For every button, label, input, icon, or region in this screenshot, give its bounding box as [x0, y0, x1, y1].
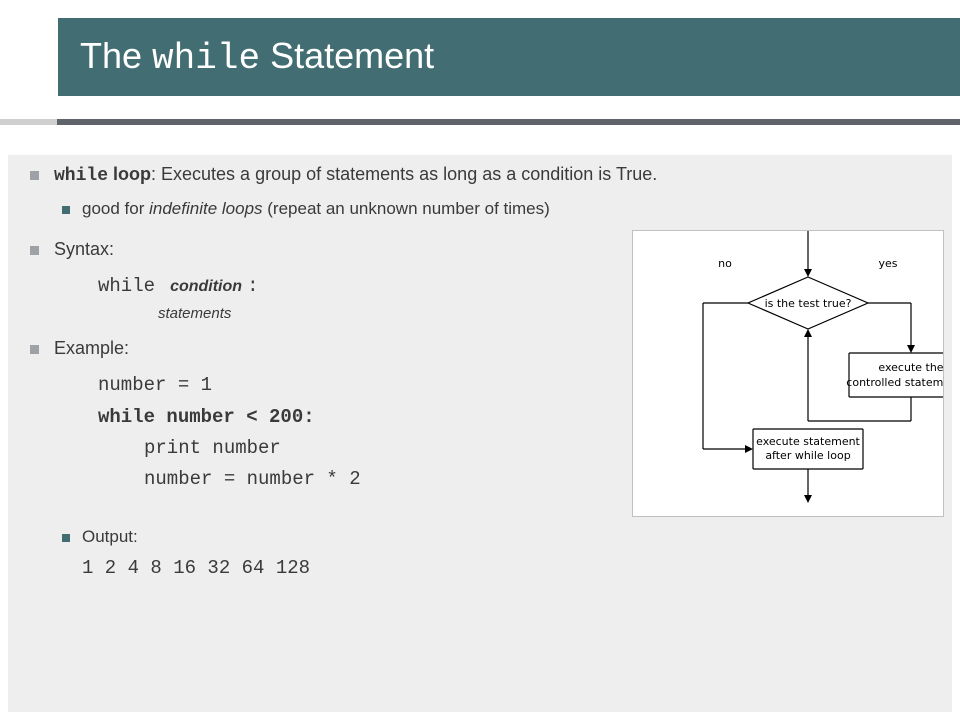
bullet-while-loop: while loop: Executes a group of statemen…: [28, 162, 938, 188]
title-code: while: [152, 38, 260, 79]
title-pre: The: [80, 35, 152, 76]
title-underline: [0, 119, 960, 125]
while-desc: : Executes a group of statements as long…: [151, 164, 657, 184]
syntax-while: while: [98, 275, 155, 297]
example-label: Example:: [54, 338, 129, 358]
title-post: Statement: [260, 35, 434, 76]
flow-exec2b: after while loop: [765, 449, 850, 462]
flow-exec1a: execute the: [878, 361, 943, 374]
indef-pre: good for: [82, 199, 149, 218]
flow-decision: is the test true?: [765, 297, 852, 310]
bullet-output: Output:: [28, 526, 938, 549]
flow-exec2a: execute statement: [756, 435, 860, 448]
bullet-indefinite: good for indefinite loops (repeat an unk…: [28, 198, 938, 221]
syntax-colon: :: [247, 275, 258, 297]
flow-exec1b: controlled statement(s): [846, 376, 943, 389]
indef-em: indefinite loops: [149, 199, 262, 218]
underline-right: [57, 119, 960, 125]
underline-left: [0, 119, 57, 125]
term-loop: loop: [108, 164, 151, 184]
flowchart-svg: is the test true? yes execute the contro…: [633, 231, 943, 516]
flowchart: is the test true? yes execute the contro…: [632, 230, 944, 517]
syntax-condition: condition: [170, 278, 242, 295]
flow-no: no: [718, 257, 732, 270]
slide-title-bar: The while Statement: [58, 18, 960, 96]
slide-title: The while Statement: [80, 35, 434, 79]
indef-post: (repeat an unknown number of times): [263, 199, 550, 218]
syntax-label: Syntax:: [54, 239, 114, 259]
output-label: Output:: [82, 527, 138, 546]
term-while: while: [54, 166, 108, 186]
flow-yes: yes: [878, 257, 897, 270]
output-text: 1 2 4 8 16 32 64 128: [28, 557, 938, 579]
